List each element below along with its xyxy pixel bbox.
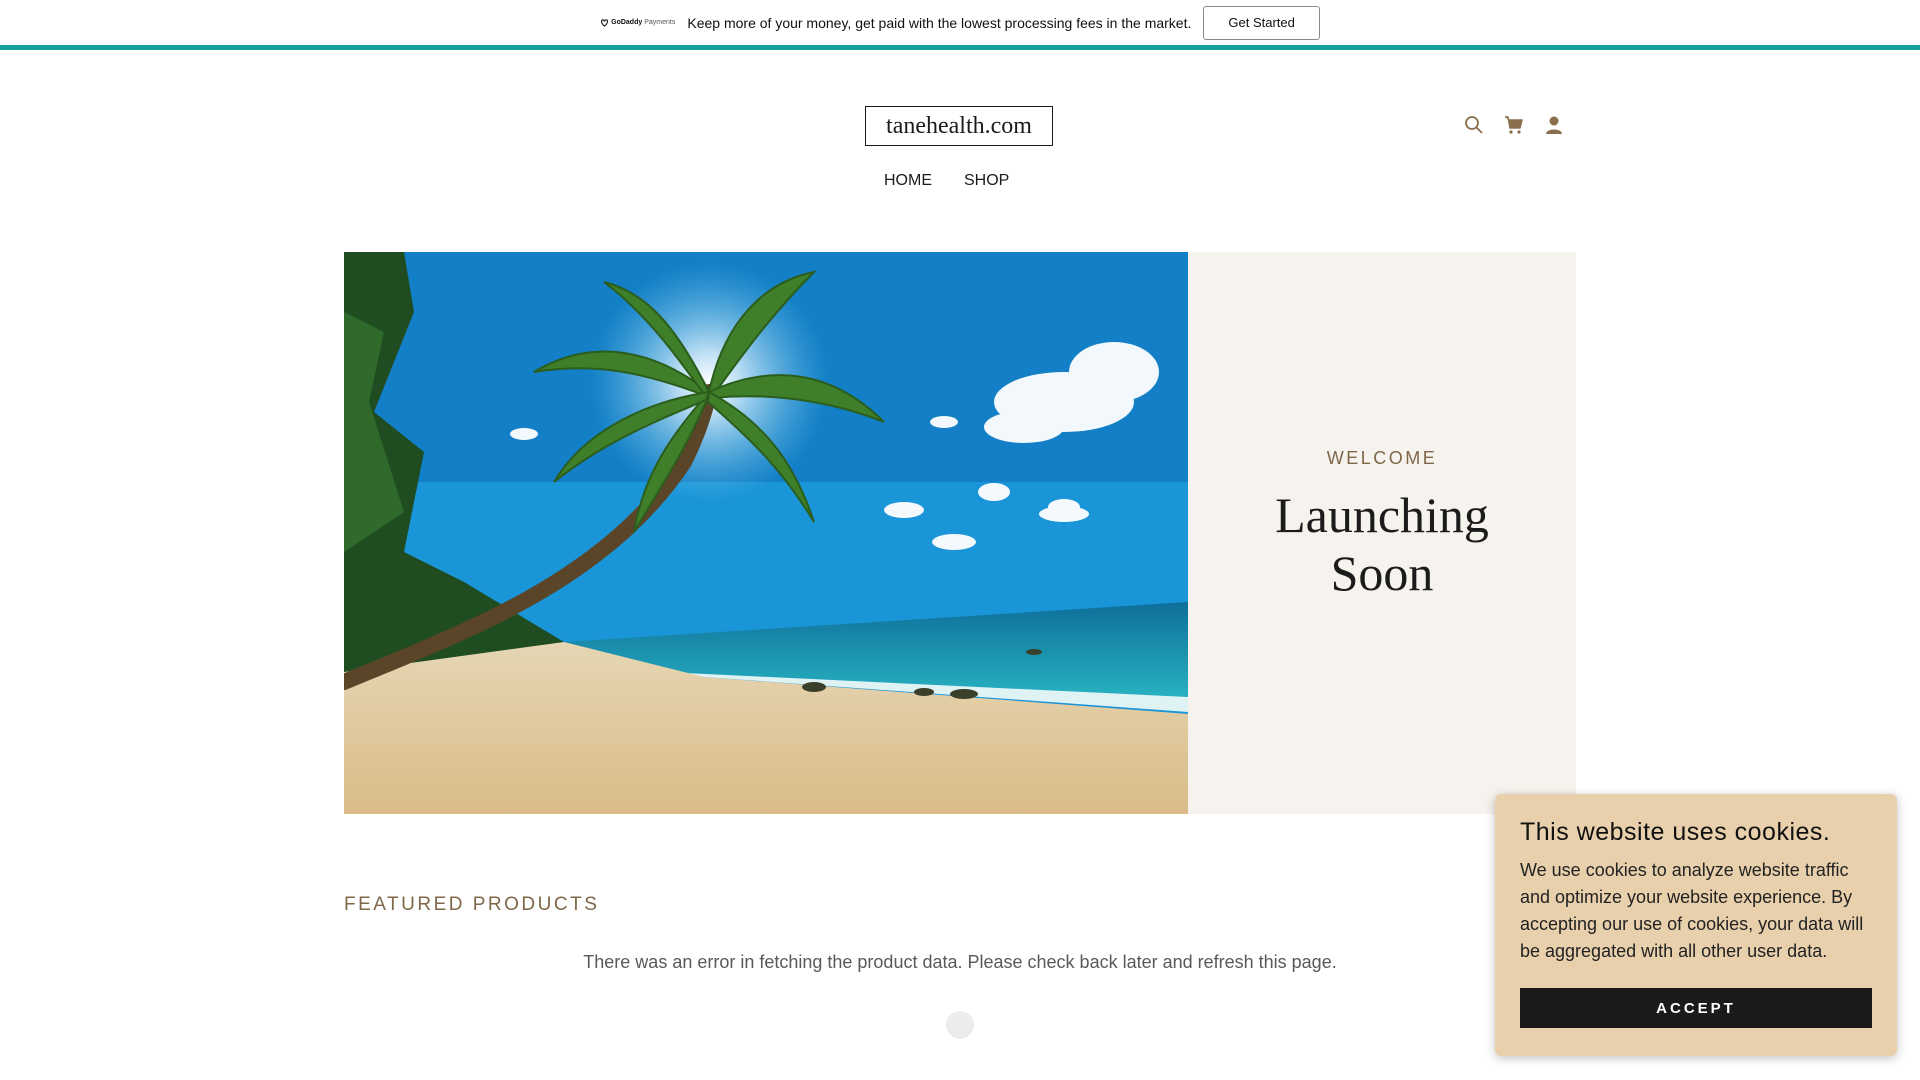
hero-headline-line2: Soon	[1330, 545, 1434, 601]
get-started-button[interactable]: Get Started	[1203, 5, 1320, 40]
beach-illustration	[344, 252, 1188, 814]
godaddy-brand-sub: Payments	[644, 19, 676, 26]
site-logo[interactable]: tanehealth.com	[865, 106, 1053, 146]
hero-text-panel: WELCOME Launching Soon	[1188, 252, 1576, 814]
account-icon[interactable]	[1543, 114, 1565, 136]
accept-cookies-button[interactable]: ACCEPT	[1520, 988, 1872, 1028]
nav-item-shop[interactable]: SHOP	[964, 172, 1009, 190]
featured-products-title: FEATURED PRODUCTS	[344, 894, 600, 915]
cookie-body: We use cookies to analyze website traffi…	[1520, 860, 1864, 961]
godaddy-payments-logo: GoDaddy Payments	[600, 18, 675, 27]
godaddy-brand: GoDaddy	[611, 19, 643, 26]
cookie-banner: This website uses cookies. We use cookie…	[1495, 794, 1897, 1056]
hero-image	[344, 252, 1188, 814]
promo-bar: GoDaddy Payments Keep more of your money,…	[0, 0, 1920, 50]
godaddy-logo-icon	[601, 19, 609, 27]
loading-indicator	[946, 1011, 974, 1039]
header-icons	[1463, 114, 1565, 136]
hero-eyebrow: WELCOME	[1326, 448, 1438, 468]
nav-item-home[interactable]: HOME	[884, 172, 932, 190]
hero-headline-line1: Launching	[1275, 487, 1489, 543]
search-icon[interactable]	[1463, 114, 1485, 136]
cart-icon[interactable]	[1503, 114, 1525, 136]
main-nav: HOME SHOP	[884, 172, 1009, 190]
cookie-title: This website uses cookies.	[1520, 818, 1831, 846]
hero-headline: Launching Soon	[1188, 486, 1576, 602]
promo-message: Keep more of your money, get paid with t…	[687, 14, 1192, 31]
